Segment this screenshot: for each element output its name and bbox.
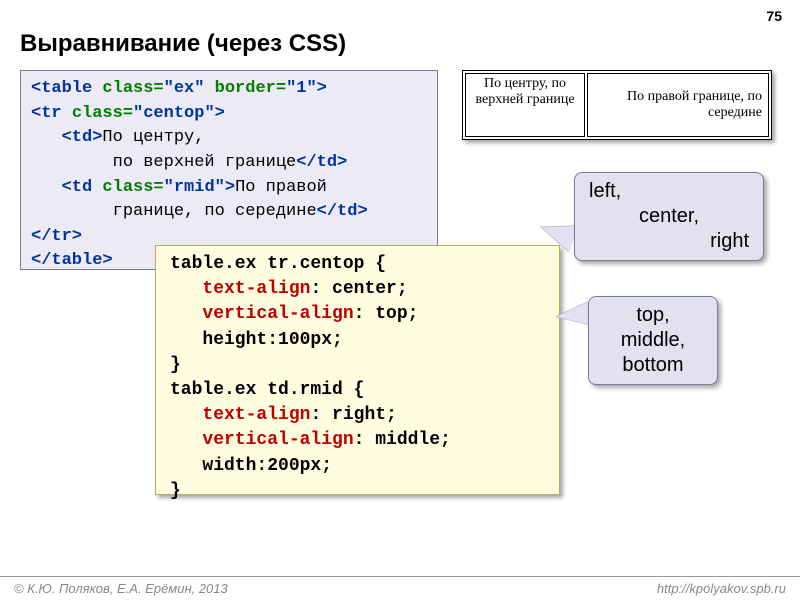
callout-line: bottom (603, 353, 703, 378)
callout-vertical-align: top, middle, bottom (588, 296, 718, 385)
callout-text-align: left, center, right (574, 172, 764, 261)
code-text: vertical-align (202, 304, 353, 324)
code-text: "ex" (164, 79, 215, 98)
demo-cell-centop: По центру, по верхней границе (465, 73, 585, 137)
code-text: height:100px; (170, 330, 343, 350)
code-text: По правой (235, 178, 327, 197)
table-row: По центру, по верхней границе По правой … (465, 73, 769, 137)
code-text: width:200px; (170, 456, 332, 476)
callout-line: middle, (603, 328, 703, 353)
code-text: text-align (202, 405, 310, 425)
code-text: <table (31, 79, 102, 98)
code-text (170, 279, 202, 299)
code-text: : middle; (354, 430, 451, 450)
code-text: границе, по середине (31, 202, 317, 221)
callout-pointer (555, 301, 591, 328)
code-text: class= (102, 178, 163, 197)
code-text: vertical-align (202, 430, 353, 450)
footer: © К.Ю. Поляков, Е.А. Ерёмин, 2013 http:/… (0, 576, 800, 600)
callout-line: top, (603, 303, 703, 328)
callout-line: left, (589, 179, 749, 204)
page-number: 75 (766, 8, 782, 24)
code-text (170, 430, 202, 450)
code-text: "rmid"> (164, 178, 235, 197)
code-text: </table> (31, 251, 113, 270)
html-code-block: <table class="ex" border="1"> <tr class=… (20, 70, 438, 270)
code-text: По центру, (102, 128, 204, 147)
code-text: class= (72, 104, 133, 123)
code-text: text-align (202, 279, 310, 299)
code-text: table.ex td.rmid { (170, 380, 364, 400)
css-code-block: table.ex tr.centop { text-align: center;… (155, 245, 560, 495)
code-text: } (170, 481, 181, 501)
footer-copyright: © К.Ю. Поляков, Е.А. Ерёмин, 2013 (14, 581, 228, 596)
demo-table: По центру, по верхней границе По правой … (462, 70, 772, 140)
demo-cell-rmid: По правой границе, по середине (587, 73, 769, 137)
code-text (170, 304, 202, 324)
code-text: <td> (31, 128, 102, 147)
code-text: table.ex tr.centop { (170, 254, 386, 274)
code-text: : center; (310, 279, 407, 299)
page-title: Выравнивание (через CSS) (20, 30, 346, 58)
code-text: class= (102, 79, 163, 98)
code-text: по верхней границе (31, 153, 296, 172)
code-text: border= (215, 79, 286, 98)
code-text: : top; (354, 304, 419, 324)
code-text: <td (31, 178, 102, 197)
code-text: } (170, 355, 181, 375)
code-text: <tr (31, 104, 72, 123)
callout-line: center, (589, 204, 749, 229)
footer-url: http://kpolyakov.spb.ru (657, 581, 786, 596)
code-text: </td> (296, 153, 347, 172)
code-text: : right; (310, 405, 396, 425)
code-text: "centop"> (133, 104, 225, 123)
callout-line: right (589, 229, 749, 254)
code-text: </td> (317, 202, 368, 221)
code-text (170, 405, 202, 425)
code-text: "1"> (286, 79, 327, 98)
code-text: </tr> (31, 227, 82, 246)
